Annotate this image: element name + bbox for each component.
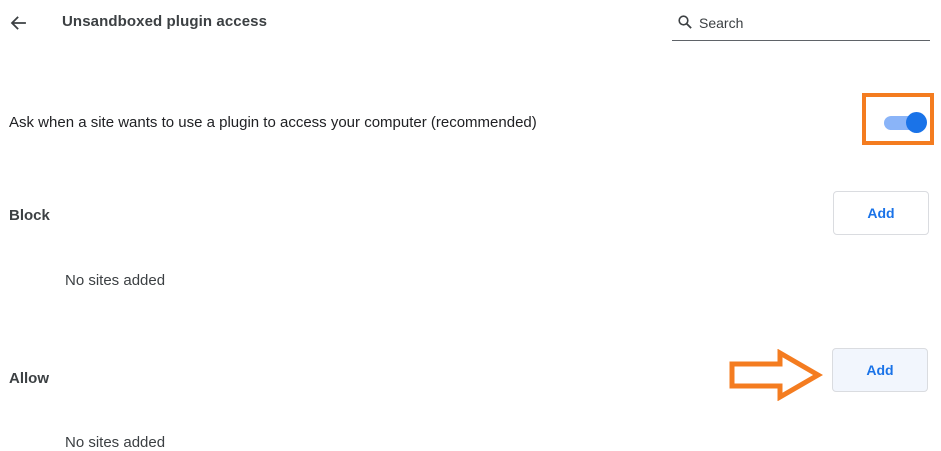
ask-setting-toggle[interactable] — [884, 112, 928, 133]
block-add-button[interactable]: Add — [833, 191, 929, 235]
search-input[interactable] — [699, 11, 924, 35]
allow-add-button[interactable]: Add — [832, 348, 928, 392]
arrow-back-icon — [10, 16, 26, 30]
block-section-label: Block — [9, 207, 50, 224]
allow-section-label: Allow — [9, 370, 49, 387]
search-field[interactable] — [672, 10, 930, 41]
toggle-knob — [906, 112, 927, 133]
allow-empty-message: No sites added — [65, 434, 166, 451]
ask-setting-label: Ask when a site wants to use a plugin to… — [9, 114, 537, 131]
search-icon — [678, 15, 692, 29]
back-button[interactable] — [4, 9, 32, 37]
block-empty-message: No sites added — [65, 272, 166, 289]
arrow-right-icon — [729, 349, 823, 401]
page-title: Unsandboxed plugin access — [62, 13, 268, 30]
